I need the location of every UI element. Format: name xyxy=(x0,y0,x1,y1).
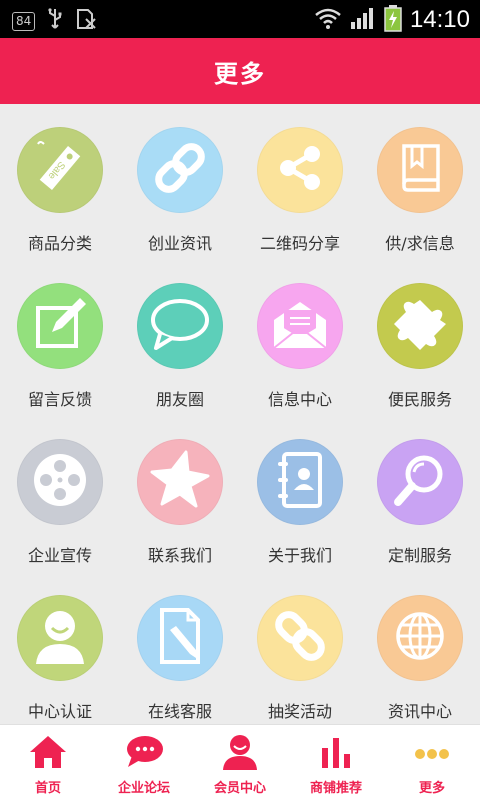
grid-item-contact-us[interactable]: 联系我们 xyxy=(120,416,240,572)
grid-item-certification[interactable]: 中心认证 xyxy=(0,572,120,728)
grid-item-icon-bg xyxy=(17,439,103,525)
wifi-icon xyxy=(314,6,342,34)
grid-item-icon-bg xyxy=(257,439,343,525)
grid-item-icon-bg xyxy=(257,127,343,213)
grid-item-supply-demand[interactable]: 供/求信息 xyxy=(360,104,480,260)
sale-tag-icon: Sale xyxy=(30,138,90,202)
nav-label: 商铺推荐 xyxy=(309,781,362,796)
nav-label: 会员中心 xyxy=(213,781,266,796)
grid-item-qr-share[interactable]: 二维码分享 xyxy=(240,104,360,260)
usb-icon xyxy=(47,8,63,34)
grid-item-feedback[interactable]: 留言反馈 xyxy=(0,260,120,416)
puzzle-icon xyxy=(390,294,450,358)
app-header: 更多 xyxy=(0,38,480,104)
grid-item-custom-service[interactable]: 定制服务 xyxy=(360,416,480,572)
grid-item-icon-bg xyxy=(137,127,223,213)
grid-item-icon-bg xyxy=(257,595,343,681)
grid-item-icon-bg xyxy=(377,595,463,681)
grid-item-label: 抽奖活动 xyxy=(267,702,332,721)
page-title: 更多 xyxy=(214,59,266,88)
grid-item-label: 中心认证 xyxy=(27,702,92,721)
grid-item-label: 二维码分享 xyxy=(259,234,340,253)
signal-icon xyxy=(350,6,376,34)
grid-item-label: 定制服务 xyxy=(387,546,452,565)
grid-item-icon-bg xyxy=(377,439,463,525)
grid-item-label: 关于我们 xyxy=(267,546,332,565)
grid-item-label: 信息中心 xyxy=(267,390,332,409)
grid-item-about-us[interactable]: 关于我们 xyxy=(240,416,360,572)
status-bar: 84 14:10 xyxy=(0,0,480,38)
nav-label: 企业论坛 xyxy=(117,781,170,796)
forum-bubble-icon xyxy=(124,733,164,771)
nav-item-shop-recommend[interactable]: 商铺推荐 xyxy=(288,725,384,801)
grid-item-icon-bg xyxy=(377,283,463,369)
grid-item-icon-bg xyxy=(137,595,223,681)
grid-item-icon-bg xyxy=(17,283,103,369)
nav-item-member-center[interactable]: 会员中心 xyxy=(192,725,288,801)
chain-link-icon xyxy=(150,138,210,202)
home-icon xyxy=(28,733,68,771)
grid-item-lottery[interactable]: 抽奖活动 xyxy=(240,572,360,728)
grid-item-icon-bg xyxy=(17,595,103,681)
user-avatar-icon xyxy=(30,606,90,670)
bottom-nav: 首页 企业论坛 会员中心 商铺推荐 更多 xyxy=(0,724,480,801)
grid-item-label: 便民服务 xyxy=(387,390,452,409)
grid-item-promotion[interactable]: 企业宣传 xyxy=(0,416,120,572)
chat-bubble-icon xyxy=(148,296,212,356)
contacts-book-icon xyxy=(272,450,328,514)
grid-item-icon-bg xyxy=(377,127,463,213)
grid-item-label: 朋友圈 xyxy=(155,390,204,409)
notification-badge: 84 xyxy=(12,11,36,31)
share-icon xyxy=(272,140,328,200)
document-pencil-icon xyxy=(152,606,208,670)
status-right: 14:10 xyxy=(314,4,470,36)
grid-item-convenience[interactable]: 便民服务 xyxy=(360,260,480,416)
film-reel-icon xyxy=(30,450,90,514)
grid-item-icon-bg: Sale xyxy=(17,127,103,213)
grid-item-label: 创业资讯 xyxy=(147,234,212,253)
grid-item-label: 资讯中心 xyxy=(387,702,452,721)
grid-item-icon-bg xyxy=(137,439,223,525)
more-dots-icon xyxy=(412,733,452,771)
battery-icon xyxy=(384,4,402,36)
bar-chart-icon xyxy=(316,733,356,771)
nav-item-forum[interactable]: 企业论坛 xyxy=(96,725,192,801)
magnifier-icon xyxy=(390,450,450,514)
mail-icon xyxy=(268,296,332,356)
sim-card-icon xyxy=(75,8,97,34)
grid-item-icon-bg xyxy=(137,283,223,369)
grid-item-news-center[interactable]: 资讯中心 xyxy=(360,572,480,728)
grid-item-online-support[interactable]: 在线客服 xyxy=(120,572,240,728)
globe-icon xyxy=(390,606,450,670)
member-icon xyxy=(220,733,260,771)
clock: 14:10 xyxy=(409,6,470,33)
grid-item-startup-news[interactable]: 创业资讯 xyxy=(120,104,240,260)
grid-item-label: 供/求信息 xyxy=(385,234,455,253)
star-icon xyxy=(148,448,212,516)
status-left: 84 xyxy=(12,8,97,34)
chain-link-icon xyxy=(270,606,330,670)
grid-item-moments[interactable]: 朋友圈 xyxy=(120,260,240,416)
edit-note-icon xyxy=(30,294,90,358)
nav-label: 更多 xyxy=(418,781,445,796)
grid-item-label: 留言反馈 xyxy=(27,390,92,409)
nav-item-more[interactable]: 更多 xyxy=(384,725,480,801)
grid-item-label: 商品分类 xyxy=(27,234,92,253)
grid-item-label: 企业宣传 xyxy=(27,546,92,565)
feature-grid: Sale 商品分类 创业资讯 二维码分享 供/求信息 留言反馈 朋友圈 信息中心… xyxy=(0,104,480,724)
book-icon xyxy=(392,140,448,200)
grid-item-label: 联系我们 xyxy=(147,546,212,565)
grid-item-product-category[interactable]: Sale 商品分类 xyxy=(0,104,120,260)
nav-item-home[interactable]: 首页 xyxy=(0,725,96,801)
grid-item-label: 在线客服 xyxy=(147,702,212,721)
grid-item-message-center[interactable]: 信息中心 xyxy=(240,260,360,416)
grid-item-icon-bg xyxy=(257,283,343,369)
nav-label: 首页 xyxy=(34,781,61,796)
